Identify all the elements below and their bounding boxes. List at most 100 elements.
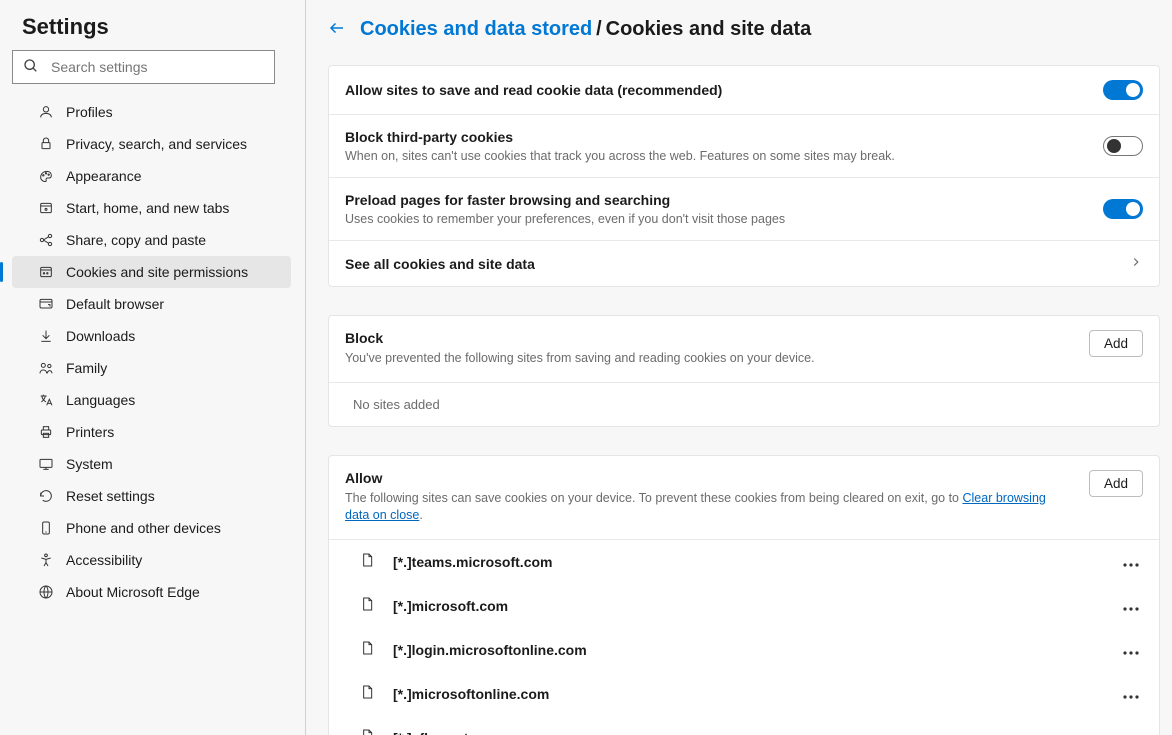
block-third-row: Block third-party cookies When on, sites… [329, 115, 1159, 178]
see-all-cookies-row[interactable]: See all cookies and site data [329, 241, 1159, 286]
file-icon [359, 596, 375, 615]
share-icon [38, 232, 54, 248]
preload-title: Preload pages for faster browsing and se… [345, 192, 1103, 208]
preload-toggle[interactable] [1103, 199, 1143, 219]
sidebar-item-start[interactable]: Start, home, and new tabs [12, 192, 291, 224]
more-actions-button[interactable] [1119, 682, 1143, 706]
search-input[interactable] [51, 59, 264, 75]
block-empty-text: No sites added [329, 383, 1159, 426]
privacy-icon [38, 136, 54, 152]
main-content: Cookies and data stored / Cookies and si… [306, 0, 1172, 735]
appearance-icon [38, 168, 54, 184]
search-box[interactable] [12, 50, 275, 84]
allow-site-row: [*.]microsoft.com [329, 584, 1159, 628]
accessibility-icon [38, 552, 54, 568]
block-third-toggle[interactable] [1103, 136, 1143, 156]
sidebar-item-profiles[interactable]: Profiles [12, 96, 291, 128]
sidebar-item-label: Printers [66, 424, 114, 440]
sidebar-item-label: Family [66, 360, 107, 376]
allow-site-name: [*.]teams.microsoft.com [393, 554, 1119, 570]
file-icon [359, 552, 375, 571]
family-icon [38, 360, 54, 376]
allow-site-name: [*.]sfbassets.com [393, 730, 1119, 735]
more-actions-button[interactable] [1119, 594, 1143, 618]
see-all-cookies-label: See all cookies and site data [345, 256, 1129, 272]
allow-save-row: Allow sites to save and read cookie data… [329, 66, 1159, 115]
sidebar-item-label: System [66, 456, 113, 472]
chevron-right-icon [1129, 255, 1143, 272]
settings-title: Settings [0, 14, 305, 50]
sidebar-item-phone[interactable]: Phone and other devices [12, 512, 291, 544]
sidebar-item-label: Start, home, and new tabs [66, 200, 229, 216]
sidebar-item-cookies[interactable]: Cookies and site permissions [12, 256, 291, 288]
sidebar-item-accessibility[interactable]: Accessibility [12, 544, 291, 576]
allow-site-row: [*.]teams.microsoft.com [329, 540, 1159, 584]
languages-icon [38, 392, 54, 408]
cookies-icon [38, 264, 54, 280]
sidebar-item-label: Default browser [66, 296, 164, 312]
preload-row: Preload pages for faster browsing and se… [329, 178, 1159, 241]
file-icon [359, 640, 375, 659]
sidebar-item-languages[interactable]: Languages [12, 384, 291, 416]
sidebar-item-system[interactable]: System [12, 448, 291, 480]
sidebar-item-label: Appearance [66, 168, 142, 184]
allow-add-button[interactable]: Add [1089, 470, 1143, 497]
sidebar-item-reset[interactable]: Reset settings [12, 480, 291, 512]
allow-save-title: Allow sites to save and read cookie data… [345, 82, 1103, 98]
allow-site-name: [*.]microsoft.com [393, 598, 1119, 614]
back-arrow-icon[interactable] [328, 19, 346, 40]
sidebar-item-label: Profiles [66, 104, 113, 120]
allow-section-desc: The following sites can save cookies on … [345, 490, 1065, 525]
allow-site-row: [*.]login.microsoftonline.com [329, 628, 1159, 672]
sidebar-item-printers[interactable]: Printers [12, 416, 291, 448]
printers-icon [38, 424, 54, 440]
breadcrumb-current: Cookies and site data [606, 18, 812, 40]
sidebar-item-privacy[interactable]: Privacy, search, and services [12, 128, 291, 160]
sidebar-item-label: Languages [66, 392, 135, 408]
sidebar-item-about[interactable]: About Microsoft Edge [12, 576, 291, 608]
block-section-desc: You've prevented the following sites fro… [345, 350, 815, 368]
more-actions-button[interactable] [1119, 638, 1143, 662]
sidebar-item-family[interactable]: Family [12, 352, 291, 384]
phone-icon [38, 520, 54, 536]
sidebar-item-label: Downloads [66, 328, 135, 344]
sidebar-item-label: Privacy, search, and services [66, 136, 247, 152]
sidebar-item-label: About Microsoft Edge [66, 584, 200, 600]
sidebar-item-label: Reset settings [66, 488, 155, 504]
allow-site-name: [*.]microsoftonline.com [393, 686, 1119, 702]
allow-site-row: [*.]microsoftonline.com [329, 672, 1159, 716]
cookie-settings-card: Allow sites to save and read cookie data… [328, 65, 1160, 287]
allow-section-header: Allow The following sites can save cooki… [329, 456, 1159, 540]
settings-sidebar: Settings Profiles Privacy, search, and se… [0, 0, 306, 735]
breadcrumb-parent-link[interactable]: Cookies and data stored [360, 18, 592, 40]
profiles-icon [38, 104, 54, 120]
allow-section-card: Allow The following sites can save cooki… [328, 455, 1160, 735]
sidebar-item-label: Share, copy and paste [66, 232, 206, 248]
system-icon [38, 456, 54, 472]
preload-desc: Uses cookies to remember your preference… [345, 212, 1103, 226]
allow-site-row: [*.]sfbassets.com [329, 716, 1159, 735]
sidebar-item-share[interactable]: Share, copy and paste [12, 224, 291, 256]
breadcrumb: Cookies and data stored / Cookies and si… [328, 18, 1160, 41]
block-section-title: Block [345, 330, 815, 346]
more-actions-button[interactable] [1119, 550, 1143, 574]
sidebar-item-label: Cookies and site permissions [66, 264, 248, 280]
sidebar-item-default-browser[interactable]: Default browser [12, 288, 291, 320]
allow-section-title: Allow [345, 470, 1065, 486]
downloads-icon [38, 328, 54, 344]
sidebar-item-appearance[interactable]: Appearance [12, 160, 291, 192]
sidebar-item-downloads[interactable]: Downloads [12, 320, 291, 352]
allow-save-toggle[interactable] [1103, 80, 1143, 100]
start-icon [38, 200, 54, 216]
block-section-card: Block You've prevented the following sit… [328, 315, 1160, 427]
block-third-title: Block third-party cookies [345, 129, 1103, 145]
breadcrumb-separator: / [596, 18, 602, 40]
reset-icon [38, 488, 54, 504]
more-actions-button[interactable] [1119, 726, 1143, 735]
block-third-desc: When on, sites can't use cookies that tr… [345, 149, 1103, 163]
block-add-button[interactable]: Add [1089, 330, 1143, 357]
allow-site-name: [*.]login.microsoftonline.com [393, 642, 1119, 658]
about-icon [38, 584, 54, 600]
file-icon [359, 728, 375, 735]
sidebar-nav: Profiles Privacy, search, and services App… [0, 96, 305, 608]
